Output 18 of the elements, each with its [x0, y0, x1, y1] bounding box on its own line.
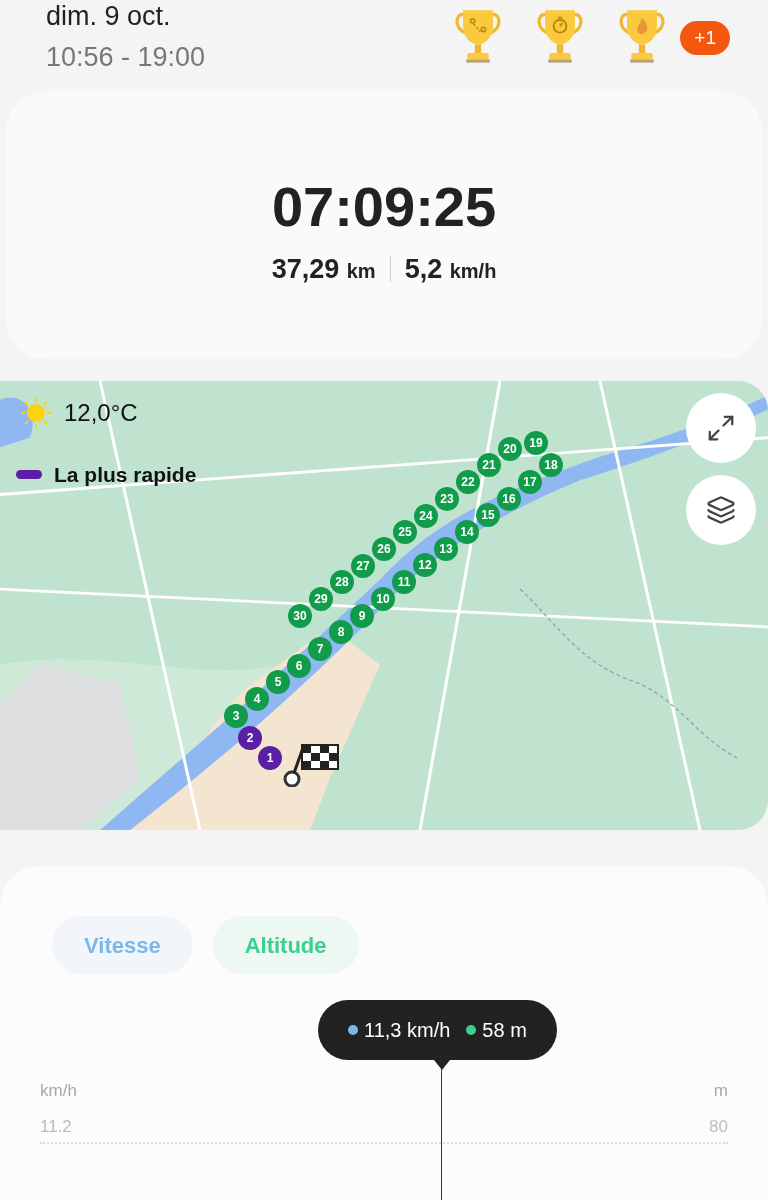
- right-axis-unit: m: [713, 1080, 728, 1102]
- duration: 07:09:25: [271, 179, 497, 236]
- chart-toggle[interactable]: Vitesse: [52, 916, 193, 974]
- right-axis-tick: 80: [709, 1116, 728, 1138]
- layers-icon: [706, 494, 736, 525]
- temperature: 12,0°C: [64, 397, 138, 428]
- legend-label: La plus rapide: [54, 461, 197, 488]
- activity-date: dim. 9 oct.: [46, 0, 172, 33]
- average-speed: 5,2 km/h: [404, 253, 497, 287]
- chart-toggle[interactable]: Altitude: [212, 916, 359, 974]
- more-badge: +1: [680, 20, 730, 56]
- left-axis-tick: 11.2: [40, 1116, 72, 1138]
- tooltip-value: 11,3 km/h: [364, 1018, 451, 1043]
- distance: 37,29 km: [271, 253, 376, 287]
- sun-icon: [20, 396, 52, 429]
- time-range: 10:56 - 19:00: [46, 40, 206, 74]
- tooltip-value: 58 m: [482, 1018, 527, 1043]
- left-axis-unit: km/h: [40, 1080, 77, 1102]
